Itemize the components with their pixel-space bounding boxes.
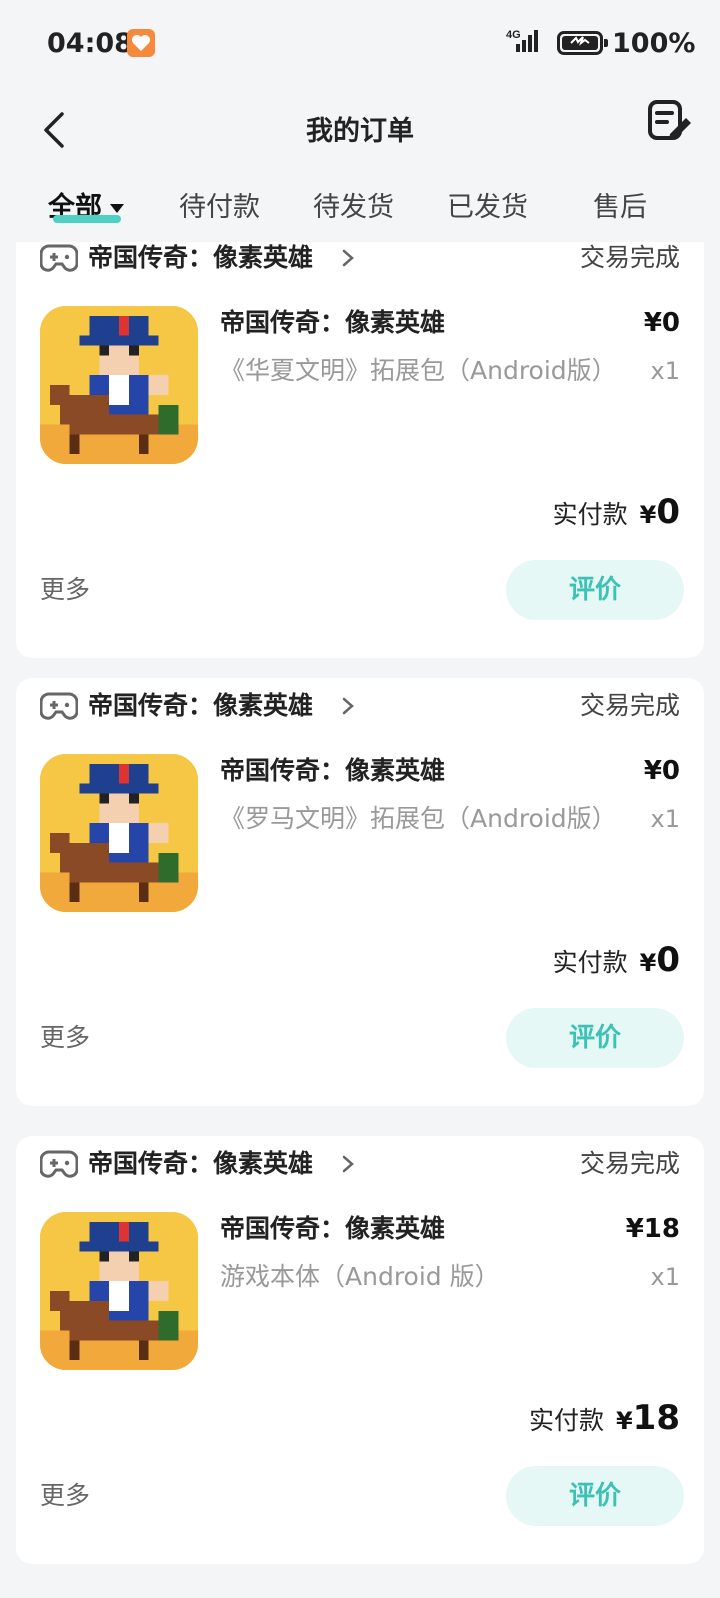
paid-amount: ¥18 (616, 1398, 680, 1438)
tab-pending-payment[interactable]: 待付款 (179, 190, 260, 226)
page-title: 我的订单 (306, 116, 414, 147)
tab-after-sales[interactable]: 售后 (593, 190, 647, 226)
paid-amount-row: 实付款 ¥18 (529, 1398, 680, 1442)
product-description: 《罗马文明》拓展包（Android版） (220, 804, 617, 833)
app-notification-icon (127, 29, 155, 57)
game-cover-image[interactable] (40, 1212, 198, 1370)
gamepad-icon (40, 1150, 78, 1178)
order-status: 交易完成 (579, 1149, 680, 1178)
paid-currency: ¥ (639, 501, 657, 529)
order-card: 帝国传奇：像素英雄 交易完成 (16, 242, 704, 658)
status-time: 04:08 (47, 28, 133, 59)
paid-amount-row: 实付款 ¥0 (553, 940, 680, 984)
battery-icon (557, 31, 608, 55)
battery-percent: 100% (612, 28, 696, 59)
status-bar: 04:08 4G 100% (0, 0, 720, 88)
order-status: 交易完成 (579, 691, 680, 720)
review-button[interactable]: 评价 (506, 560, 684, 620)
paid-currency: ¥ (639, 949, 657, 977)
paid-amount: ¥0 (640, 492, 680, 532)
product-price: ¥0 (643, 308, 680, 338)
chevron-right-icon (342, 697, 354, 715)
chevron-right-icon (342, 1155, 354, 1173)
order-card: 帝国传奇：像素英雄 交易完成 (16, 678, 704, 1106)
paid-currency: ¥ (615, 1407, 633, 1435)
order-card: 帝国传奇：像素英雄 交易完成 (16, 1136, 704, 1564)
tab-pending-shipment[interactable]: 待发货 (313, 190, 394, 226)
product-price: ¥18 (625, 1214, 680, 1244)
product-title: 帝国传奇：像素英雄 (220, 756, 446, 785)
product-title: 帝国传奇：像素英雄 (220, 308, 446, 337)
order-tabs: 全部 待付款 待发货 已发货 售后 (0, 176, 720, 240)
game-cover-image[interactable] (40, 754, 198, 912)
chevron-right-icon (342, 249, 354, 267)
more-button[interactable]: 更多 (40, 570, 90, 610)
product-price: ¥0 (643, 756, 680, 786)
header: 我的订单 (0, 88, 720, 176)
paid-number: 0 (656, 492, 680, 532)
cellular-signal-icon: 4G (506, 29, 538, 52)
gamepad-icon (40, 692, 78, 720)
product-description: 游戏本体（Android 版） (220, 1262, 500, 1291)
active-tab-indicator (53, 215, 121, 223)
more-button[interactable]: 更多 (40, 1018, 90, 1058)
product-description: 《华夏文明》拓展包（Android版） (220, 356, 617, 385)
review-button[interactable]: 评价 (506, 1008, 684, 1068)
store-name: 帝国传奇：像素英雄 (88, 243, 314, 272)
store-name: 帝国传奇：像素英雄 (88, 1149, 314, 1178)
paid-amount: ¥0 (640, 940, 680, 980)
gamepad-icon (40, 244, 78, 272)
paid-number: 0 (656, 940, 680, 980)
game-cover-image[interactable] (40, 306, 198, 464)
paid-label: 实付款 (552, 500, 628, 529)
product-quantity: x1 (650, 357, 680, 385)
edit-orders-icon[interactable] (646, 98, 694, 146)
paid-label: 实付款 (528, 1406, 604, 1435)
order-status: 交易完成 (579, 243, 680, 272)
product-quantity: x1 (650, 805, 680, 833)
order-list: 帝国传奇：像素英雄 交易完成 帝国传奇：像素英雄 ¥0 《华夏文明》拓展包（An… (0, 242, 720, 1598)
network-type-label: 4G (506, 29, 521, 41)
more-button[interactable]: 更多 (40, 1476, 90, 1516)
product-title: 帝国传奇：像素英雄 (220, 1214, 446, 1243)
paid-label: 实付款 (552, 948, 628, 977)
review-button[interactable]: 评价 (506, 1466, 684, 1526)
product-quantity: x1 (650, 1263, 680, 1291)
paid-amount-row: 实付款 ¥0 (553, 492, 680, 536)
paid-number: 18 (632, 1398, 680, 1438)
tab-shipped[interactable]: 已发货 (447, 190, 528, 226)
tab-filter-caret-icon[interactable] (110, 204, 124, 213)
store-name: 帝国传奇：像素英雄 (88, 691, 314, 720)
